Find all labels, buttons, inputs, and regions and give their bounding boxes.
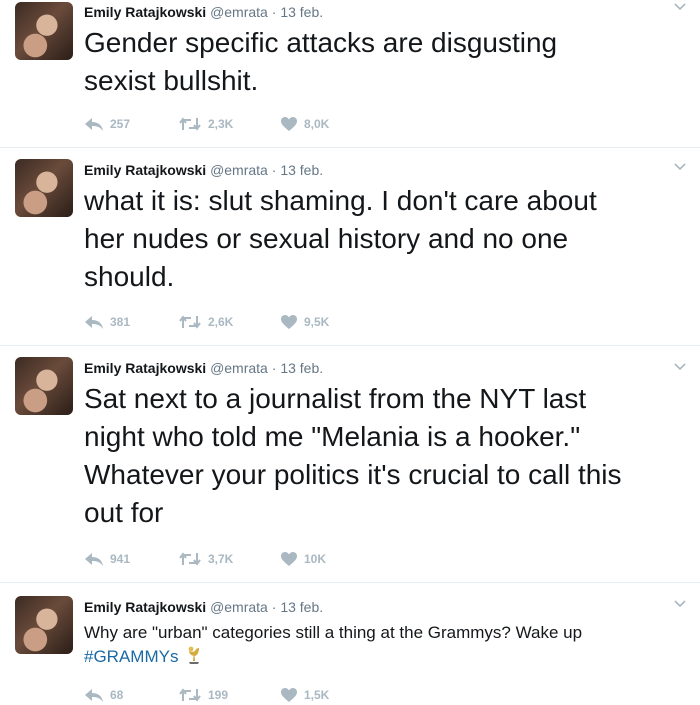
tweet-1[interactable]: Emily Ratajkowski @emrata · 13 feb. Gend… [0,0,700,148]
reply-button[interactable]: 257 [84,114,130,134]
author-name[interactable]: Emily Ratajkowski [84,162,206,178]
heart-icon [281,315,297,329]
chevron-down-icon[interactable] [672,158,688,174]
separator: · [271,599,277,615]
tweet-header: Emily Ratajkowski @emrata · 13 feb. [84,360,323,376]
retweet-icon [179,315,201,329]
author-name[interactable]: Emily Ratajkowski [84,360,206,376]
retweet-count: 199 [208,688,229,702]
heart-icon [281,688,297,702]
avatar[interactable] [15,159,73,217]
tweet-line-hashtag: #GRAMMYs [84,645,689,669]
retweet-icon [179,688,201,702]
tweet-4[interactable]: Emily Ratajkowski @emrata · 13 feb. Why … [0,583,700,705]
reply-icon [85,553,103,566]
tweet-3[interactable]: Emily Ratajkowski @emrata · 13 feb. Sat … [0,346,700,583]
tweet-line: Why are "urban" categories still a thing… [84,623,583,642]
avatar[interactable] [15,596,73,654]
retweet-icon [179,552,201,566]
separator: · [271,4,277,20]
like-count: 9,5K [304,315,330,329]
avatar[interactable] [15,357,73,415]
author-name[interactable]: Emily Ratajkowski [84,4,206,20]
reply-icon [85,118,103,131]
like-count: 1,5K [304,688,330,702]
like-button[interactable]: 1,5K [280,685,329,705]
like-button[interactable]: 10K [280,549,326,569]
author-handle[interactable]: @emrata [210,599,268,615]
retweet-icon [179,117,201,131]
tweet-line: night who told me "Melania is a hooker." [84,421,581,452]
separator: · [271,162,277,178]
like-button[interactable]: 8,0K [280,114,329,134]
avatar[interactable] [15,2,73,60]
reply-icon [85,316,103,329]
tweet-header: Emily Ratajkowski @emrata · 13 feb. [84,162,323,178]
grammy-trophy-icon [188,646,200,664]
reply-count: 257 [110,117,131,131]
reply-button[interactable]: 941 [84,549,130,569]
tweet-line: Whatever your politics it's crucial to c… [84,459,622,490]
tweet-header: Emily Ratajkowski @emrata · 13 feb. [84,4,323,20]
chevron-down-icon[interactable] [672,0,688,14]
reply-count: 381 [110,315,131,329]
tweet-line: her nudes or sexual history and no one [84,223,569,254]
retweet-count: 2,6K [208,315,234,329]
hashtag-link[interactable]: #GRAMMYs [84,647,178,666]
retweet-button[interactable]: 3,7K [178,549,233,569]
tweet-line: sexist bullshit. [84,65,259,96]
retweet-button[interactable]: 199 [178,685,228,705]
reply-button[interactable]: 68 [84,685,123,705]
reply-count: 941 [110,552,131,566]
retweet-count: 3,7K [208,552,234,566]
retweet-count: 2,3K [208,117,234,131]
tweet-date[interactable]: 13 feb. [280,4,323,20]
reply-count: 68 [110,688,124,702]
chevron-down-icon[interactable] [672,595,688,611]
tweet-line: what it is: slut shaming. I don't care a… [84,185,597,216]
tweet-text: Why are "urban" categories still a thing… [84,621,689,669]
tweet-date[interactable]: 13 feb. [280,162,323,178]
chevron-down-icon[interactable] [672,358,688,374]
author-handle[interactable]: @emrata [210,162,268,178]
tweet-2[interactable]: Emily Ratajkowski @emrata · 13 feb. what… [0,148,700,346]
tweet-text: Gender specific attacks are disgusting s… [84,24,689,100]
tweet-date[interactable]: 13 feb. [280,360,323,376]
author-handle[interactable]: @emrata [210,360,268,376]
tweet-text: what it is: slut shaming. I don't care a… [84,182,689,296]
retweet-button[interactable]: 2,6K [178,312,233,332]
like-count: 10K [304,552,327,566]
retweet-button[interactable]: 2,3K [178,114,233,134]
tweet-line: Gender specific attacks are disgusting [84,27,558,58]
tweet-line: should. [84,261,175,292]
tweet-date[interactable]: 13 feb. [280,599,323,615]
author-handle[interactable]: @emrata [210,4,268,20]
heart-icon [281,552,297,566]
reply-icon [85,689,103,702]
tweet-header: Emily Ratajkowski @emrata · 13 feb. [84,599,323,615]
separator: · [271,360,277,376]
author-name[interactable]: Emily Ratajkowski [84,599,206,615]
heart-icon [281,117,297,131]
tweet-line: Sat next to a journalist from the NYT la… [84,383,587,414]
reply-button[interactable]: 381 [84,312,130,332]
like-count: 8,0K [304,117,330,131]
tweet-line: out for [84,497,164,528]
tweet-text: Sat next to a journalist from the NYT la… [84,380,689,532]
like-button[interactable]: 9,5K [280,312,329,332]
